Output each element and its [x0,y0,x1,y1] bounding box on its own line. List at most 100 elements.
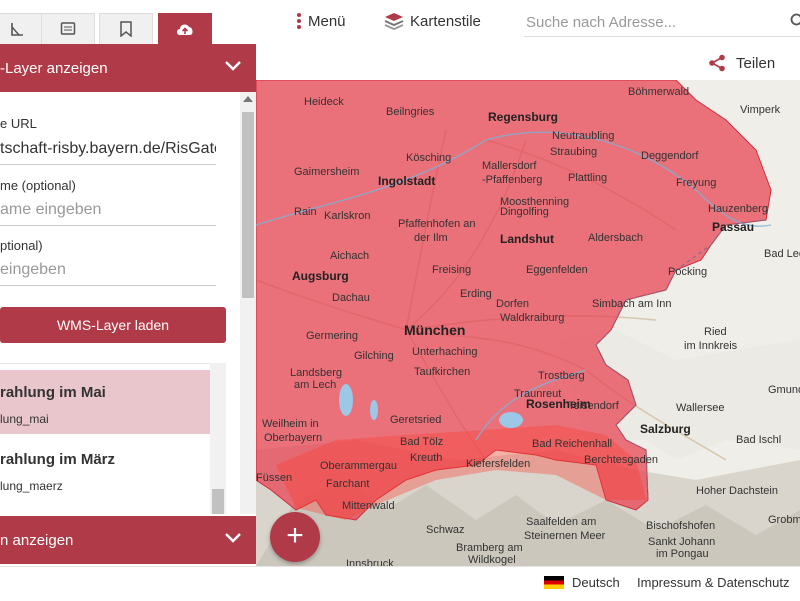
map-canvas[interactable]: RegensburgIngolstadtAugsburgLandshutMünc… [256,80,800,566]
notes-icon [60,21,76,37]
name-label: me (optional) [0,178,76,193]
map-city-label: Pfaffenhofen an [398,218,475,230]
map-city-label: Schwaz [426,524,465,536]
share-button[interactable]: Teilen [702,48,800,78]
map-city-label: Mittenwald [342,500,395,512]
map-city-label: Hoher Dachstein [696,485,778,497]
draw-icon [9,21,25,37]
wms-header-title: -Layer anzeigen [0,60,108,77]
map-city-label: Teisendorf [568,400,619,412]
load-wms-label: WMS-Layer laden [57,317,169,333]
map-city-label: Bad Leo [764,248,800,260]
layer-subtitle: lung_mai [0,412,49,426]
map-city-label: Beilngries [386,106,434,118]
tab-notes[interactable] [41,13,95,44]
list-item[interactable]: rahlung im Mai lung_mai [0,370,210,434]
map-city-label: Sankt Johann [648,536,715,548]
map-city-label: Dachau [332,292,370,304]
sidebar-tabs [0,0,256,44]
search-input[interactable] [524,8,768,36]
map-city-label: Gilching [354,350,394,362]
map-city-label: Plattling [568,172,607,184]
optional-field[interactable]: eingeben [0,257,216,286]
plus-icon: + [286,519,304,552]
map-city-label: Straubing [550,146,597,158]
map-styles-button[interactable]: Kartenstile [384,12,481,30]
layer-list: rahlung im Mai lung_mai rahlung im März … [0,363,226,515]
map-city-label: Karlskron [324,210,370,222]
map-city-label: -Pfaffenberg [482,174,542,186]
search-icon[interactable] [790,13,800,29]
list-item[interactable]: rahlung im März lung_maerz [0,437,210,501]
map-city-label: Ried [704,326,727,338]
map-city-label: Oberbayern [264,432,322,444]
upload-cloud-icon [175,21,195,37]
load-wms-button[interactable]: WMS-Layer laden [0,307,226,343]
layer-title: rahlung im Mai [0,384,106,401]
map-city-label: Germering [306,330,358,342]
scrollbar-thumb[interactable] [212,489,224,514]
map-city-label: Mallersdorf [482,160,536,172]
map-city-label: Freising [432,264,471,276]
map-city-label: Aichach [330,250,369,262]
map-city-label: Erding [460,288,492,300]
map-city-label: im Innkreis [684,340,737,352]
share-label: Teilen [736,55,775,72]
map-city-label: im Pongau [656,548,709,560]
scrollbar-thumb[interactable] [242,112,254,298]
add-fab-button[interactable]: + [270,512,320,562]
chevron-down-icon [224,60,242,72]
map-city-label: Dorfen [496,298,529,310]
url-field[interactable]: tschaft-risby.bayern.de/RisGate [0,136,216,165]
map-city-label: Saalfelden am [526,516,596,528]
map-city-label: München [404,322,465,338]
map-city-label: Gaimersheim [294,166,359,178]
bookmark-icon [119,21,133,37]
map-city-label: Innsbruck [346,558,394,566]
map-city-label: Bramberg am [456,542,523,554]
tab-bookmarks[interactable] [99,13,153,44]
map-city-label: Wallersee [676,402,725,414]
optional-label: ptional) [0,238,43,253]
map-city-label: Traunreut [514,388,561,400]
legend-header-title: n anzeigen [0,532,73,549]
map-city-label: Augsburg [292,269,349,283]
name-field[interactable]: ame eingeben [0,197,216,226]
map-city-label: Berchtesgaden [584,454,658,466]
map-city-label: Oberammergau [320,460,397,472]
map-city-label: der Ilm [414,232,448,244]
sidebar-scrollbar[interactable] [240,92,256,514]
map-city-label: Weilheim in [262,418,319,430]
tab-draw[interactable] [0,13,44,44]
map-city-label: Pocking [668,266,707,278]
menu-label: Menü [308,13,346,30]
share-icon [708,54,726,72]
german-flag-icon [544,576,564,589]
map-city-label: Gmund [768,384,800,396]
map-city-label: Passau [712,220,754,234]
scroll-up-icon[interactable] [243,96,253,102]
tab-upload[interactable] [158,13,212,44]
layers-icon [384,12,404,30]
chevron-down-icon [224,532,242,544]
layer-title: rahlung im März [0,451,115,468]
language-selector[interactable]: Deutsch [544,575,620,590]
map-city-label: Grobmin [768,514,800,526]
map-city-label: Aldersbach [588,232,643,244]
map-city-label: Bad Tölz [400,436,443,448]
map-city-label: Geretsried [390,414,441,426]
map-city-label: Füssen [256,472,292,484]
menu-button[interactable]: Menü [296,12,346,30]
top-toolbar: Menü Kartenstile [256,0,800,44]
map-city-label: Landsberg [290,367,342,379]
map-city-label: Bischofshofen [646,520,715,532]
impressum-link[interactable]: Impressum & Datenschutz [637,575,789,590]
wms-layer-header[interactable]: -Layer anzeigen [0,44,256,92]
sidebar-panel: -Layer anzeigen e URL tschaft-risby.baye… [0,0,256,566]
map-city-label: Eggenfelden [526,264,588,276]
layer-list-scrollbar[interactable] [210,363,226,514]
map-styles-label: Kartenstile [410,13,481,30]
map-city-label: Hauzenberg [708,203,768,215]
layer-subtitle: lung_maerz [0,479,63,493]
legend-header[interactable]: n anzeigen [0,516,256,564]
